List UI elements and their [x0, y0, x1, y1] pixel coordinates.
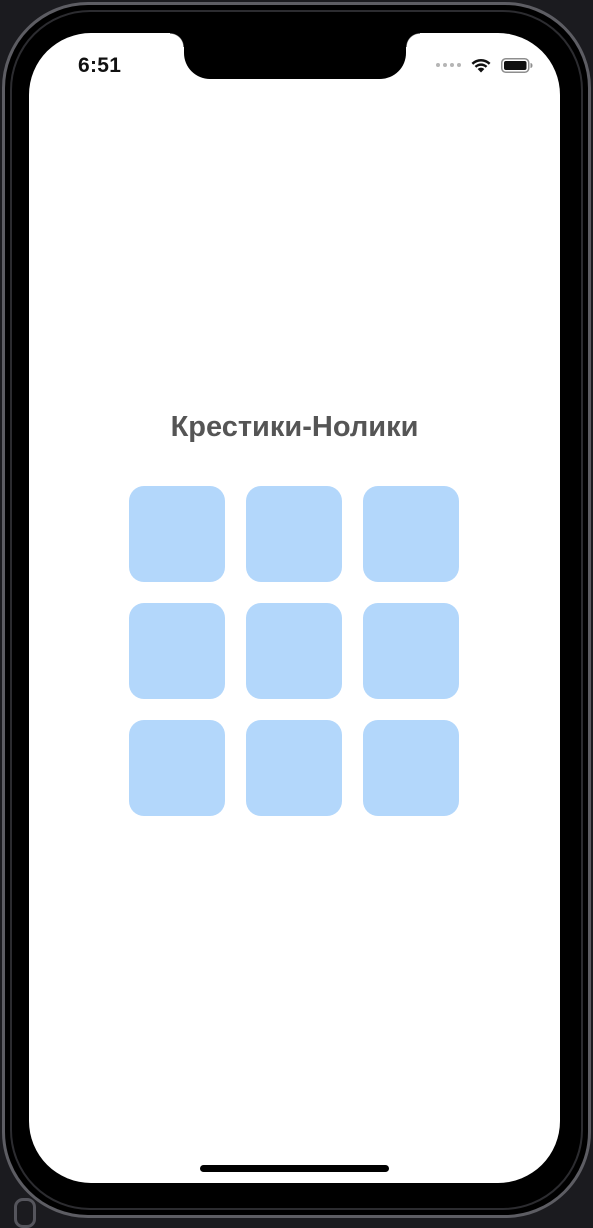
board-cell-3-2[interactable]: [246, 720, 342, 816]
board-cell-2-2[interactable]: [246, 603, 342, 699]
board-cell-1-3[interactable]: [363, 486, 459, 582]
game-title: Крестики-Нолики: [170, 411, 419, 443]
status-time: 6:51: [78, 54, 122, 77]
phone-screen: 6:51 Крестики-Нолики: [29, 33, 560, 1183]
battery-icon: [501, 57, 533, 73]
board-cell-3-3[interactable]: [363, 720, 459, 816]
notch: [170, 33, 420, 79]
home-indicator[interactable]: [200, 1165, 389, 1172]
board-cell-3-1[interactable]: [129, 720, 225, 816]
board-cell-1-2[interactable]: [246, 486, 342, 582]
wifi-icon: [471, 59, 491, 73]
board-cell-1-1[interactable]: [129, 486, 225, 582]
background-toggle-icon: [14, 1198, 36, 1228]
board-cell-2-1[interactable]: [129, 603, 225, 699]
tic-tac-toe-board: [129, 486, 459, 816]
cellular-dots-icon: [436, 63, 461, 67]
status-icons: [436, 57, 533, 73]
board-cell-2-3[interactable]: [363, 603, 459, 699]
